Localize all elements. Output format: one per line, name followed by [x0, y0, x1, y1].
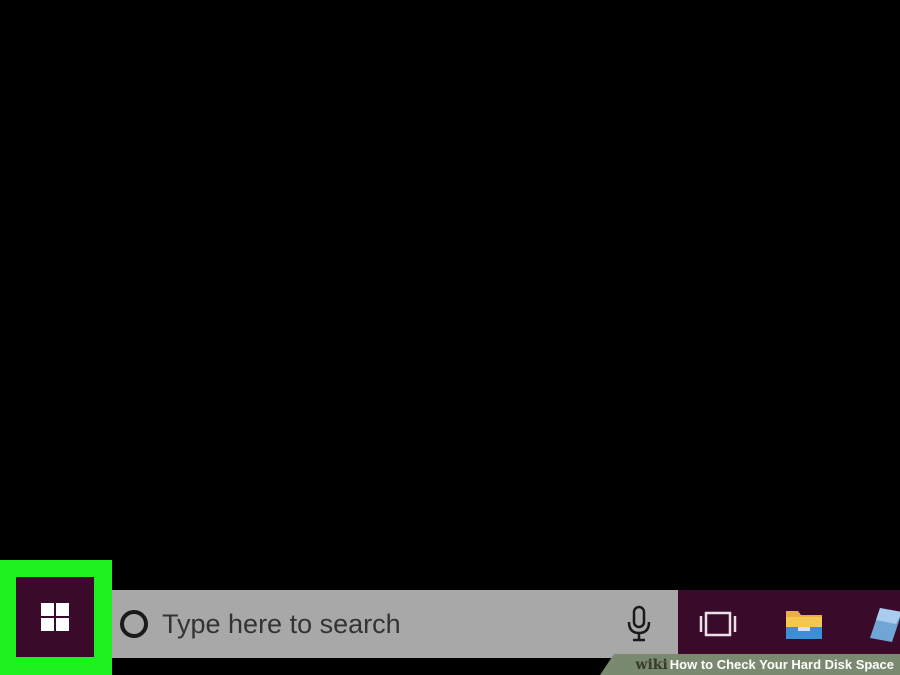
watermark: wiki How to Check Your Hard Disk Space — [600, 654, 900, 675]
search-placeholder[interactable]: Type here to search — [162, 609, 622, 640]
file-explorer-button[interactable] — [776, 600, 832, 648]
file-explorer-folder-icon — [786, 611, 822, 639]
cortana-icon[interactable] — [120, 610, 148, 638]
browser-button[interactable] — [858, 600, 900, 648]
start-button[interactable] — [16, 577, 94, 657]
browser-icon — [870, 608, 900, 642]
search-box[interactable]: Type here to search — [110, 590, 678, 658]
windows-logo-icon — [41, 603, 69, 631]
task-view-icon — [699, 611, 737, 637]
task-view-button[interactable] — [690, 600, 746, 648]
microphone-icon[interactable] — [622, 604, 656, 644]
desktop — [0, 0, 900, 590]
watermark-brand: wiki — [635, 656, 668, 673]
taskbar: Type here to search — [0, 590, 900, 658]
watermark-title: How to Check Your Hard Disk Space — [669, 657, 894, 672]
